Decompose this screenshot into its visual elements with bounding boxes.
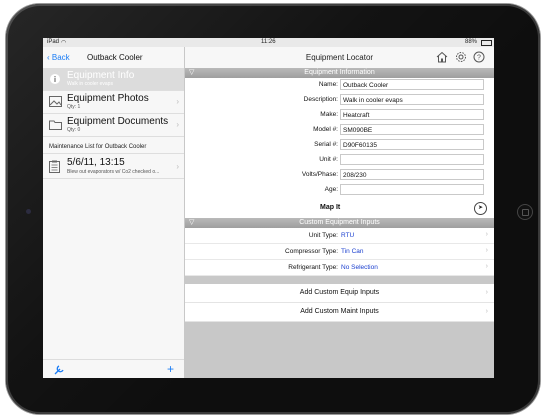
battery-icon bbox=[481, 40, 492, 46]
name-input[interactable]: Outback Cooler bbox=[340, 79, 484, 90]
left-navbar: ‹ Back Outback Cooler bbox=[43, 47, 184, 69]
list-item-equipment-info[interactable]: Equipment Info Walk in cooler evaps bbox=[43, 68, 184, 91]
field-label: Volts/Phase: bbox=[301, 171, 338, 178]
age-input[interactable] bbox=[340, 184, 484, 195]
ipad-device: iPad ◠ 11:26 88% ‹ Back Outback Cooler E… bbox=[0, 0, 542, 417]
make-input[interactable]: Heatcraft bbox=[340, 109, 484, 120]
chevron-right-icon: › bbox=[176, 97, 179, 106]
list-item-title: Equipment Photos bbox=[67, 93, 149, 104]
section-header-equipment-info[interactable]: ▽ Equipment Information bbox=[185, 68, 494, 78]
add-custom-maint-inputs-button[interactable]: Add Custom Maint Inputs › bbox=[185, 303, 494, 322]
chevron-right-icon: › bbox=[485, 308, 488, 315]
help-icon[interactable]: ? bbox=[473, 51, 485, 66]
chevron-right-icon: › bbox=[176, 162, 179, 171]
list-item-equipment-documents[interactable]: Equipment Documents Qty: 0 › bbox=[43, 113, 184, 137]
serial-input[interactable]: D90F60135 bbox=[340, 139, 484, 150]
right-navbar: Equipment Locator ? bbox=[185, 47, 494, 69]
volts-phase-input[interactable]: 208/230 bbox=[340, 169, 484, 180]
screen: iPad ◠ 11:26 88% ‹ Back Outback Cooler E… bbox=[43, 38, 494, 378]
model-input[interactable]: SM090BE bbox=[340, 124, 484, 135]
chevron-right-icon: › bbox=[485, 247, 488, 254]
field-description: Description: Walk in cooler evaps bbox=[185, 93, 494, 108]
location-arrow-icon[interactable]: ➤ bbox=[474, 202, 487, 215]
back-label: Back bbox=[51, 53, 70, 62]
list-item-title: Equipment Documents bbox=[67, 116, 169, 127]
custom-label: Compressor Type: bbox=[285, 248, 338, 255]
home-button[interactable] bbox=[517, 204, 533, 220]
add-icon[interactable]: + bbox=[167, 362, 174, 376]
field-model: Model #: SM090BE bbox=[185, 123, 494, 138]
camera-icon bbox=[26, 209, 31, 214]
svg-text:?: ? bbox=[477, 55, 481, 62]
custom-inputs-list: Unit Type: RTU › Compressor Type: Tin Ca… bbox=[185, 228, 494, 276]
field-serial: Serial #: D90F60135 bbox=[185, 138, 494, 153]
custom-label: Refrigerant Type: bbox=[288, 264, 338, 271]
field-label: Make: bbox=[320, 111, 338, 118]
detail-pane: Equipment Locator ? ▽ Equipment Informat… bbox=[185, 47, 494, 378]
home-icon[interactable] bbox=[436, 51, 448, 66]
add-custom-equip-inputs-button[interactable]: Add Custom Equip Inputs › bbox=[185, 284, 494, 303]
device-name: iPad bbox=[47, 39, 60, 45]
field-volts-phase: Volts/Phase: 208/230 bbox=[185, 168, 494, 183]
custom-row-unit-type[interactable]: Unit Type: RTU › bbox=[185, 228, 494, 244]
custom-row-compressor-type[interactable]: Compressor Type: Tin Can › bbox=[185, 244, 494, 260]
description-input[interactable]: Walk in cooler evaps bbox=[340, 94, 484, 105]
maintenance-date: 5/6/11, 13:15 bbox=[67, 157, 125, 168]
field-unit: Unit #: bbox=[185, 153, 494, 168]
list-item-sub: Walk in cooler evaps bbox=[67, 81, 113, 87]
gear-icon[interactable] bbox=[455, 51, 467, 66]
clock: 11:26 bbox=[261, 39, 276, 45]
left-nav-title: Outback Cooler bbox=[87, 53, 143, 62]
equipment-form: Name: Outback Cooler Description: Walk i… bbox=[185, 78, 494, 218]
chevron-right-icon: › bbox=[176, 120, 179, 129]
field-label: Age: bbox=[324, 186, 338, 193]
custom-value: No Selection bbox=[341, 264, 378, 271]
maintenance-caption: Maintenance List for Outback Cooler bbox=[49, 144, 147, 150]
list-item-sub: Qty: 0 bbox=[67, 127, 81, 133]
back-button[interactable]: ‹ Back bbox=[47, 53, 70, 62]
section-title: Custom Equipment Inputs bbox=[299, 219, 380, 226]
section-header-custom-inputs[interactable]: ▽ Custom Equipment Inputs bbox=[185, 218, 494, 228]
list-item-sub: Qty: 1 bbox=[67, 104, 81, 110]
unit-input[interactable] bbox=[340, 154, 484, 165]
left-toolbar: + bbox=[43, 359, 184, 378]
master-pane: ‹ Back Outback Cooler Equipment Info Wal… bbox=[43, 47, 185, 378]
clipboard-icon bbox=[49, 160, 62, 173]
field-label: Unit #: bbox=[319, 156, 338, 163]
status-bar: iPad ◠ 11:26 88% bbox=[43, 38, 494, 47]
maintenance-note: Blew out evaporators w/ Co2 checked o... bbox=[67, 169, 160, 175]
custom-row-refrigerant-type[interactable]: Refrigerant Type: No Selection › bbox=[185, 260, 494, 276]
list-item-equipment-photos[interactable]: Equipment Photos Qty: 1 › bbox=[43, 90, 184, 114]
field-label: Model #: bbox=[313, 126, 338, 133]
settings-icon[interactable] bbox=[53, 364, 65, 378]
field-age: Age: bbox=[185, 183, 494, 198]
field-label: Name: bbox=[318, 81, 338, 88]
wifi-icon: ◠ bbox=[61, 40, 67, 46]
photo-icon bbox=[49, 96, 62, 107]
custom-value: Tin Can bbox=[341, 248, 364, 255]
custom-value: RTU bbox=[341, 232, 355, 239]
custom-label: Unit Type: bbox=[308, 232, 338, 239]
maintenance-item[interactable]: 5/6/11, 13:15 Blew out evaporators w/ Co… bbox=[43, 153, 184, 179]
field-label: Serial #: bbox=[314, 141, 338, 148]
add-equip-label: Add Custom Equip Inputs bbox=[299, 289, 380, 296]
field-make: Make: Heatcraft bbox=[185, 108, 494, 123]
chevron-right-icon: › bbox=[485, 263, 488, 270]
battery-level: 88% bbox=[465, 39, 478, 45]
map-it-label: Map It bbox=[320, 204, 341, 211]
field-name: Name: Outback Cooler bbox=[185, 78, 494, 93]
section-title: Equipment Information bbox=[304, 69, 375, 76]
chevron-right-icon: › bbox=[485, 231, 488, 238]
info-icon bbox=[49, 73, 62, 84]
map-it-row[interactable]: Map It ➤ bbox=[185, 200, 494, 216]
folder-icon bbox=[49, 119, 62, 130]
list-item-title: Equipment Info bbox=[67, 70, 135, 81]
add-maint-label: Add Custom Maint Inputs bbox=[300, 308, 379, 315]
chevron-right-icon: › bbox=[485, 289, 488, 296]
field-label: Description: bbox=[303, 96, 338, 103]
